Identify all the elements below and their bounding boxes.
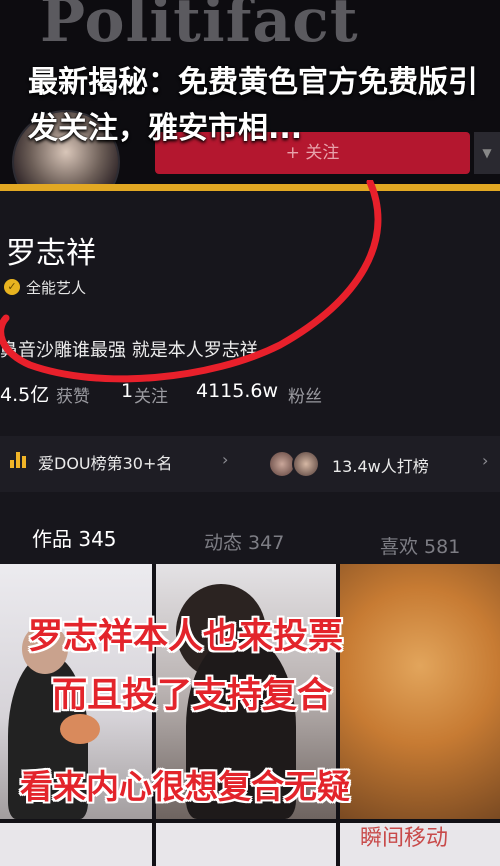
grid-gap [152, 823, 156, 866]
video-thumbnail[interactable] [340, 564, 500, 819]
grid-gap [336, 823, 340, 866]
divider [0, 184, 500, 191]
article-headline: 最新揭秘：免费黄色官方免费版引发关注，雅安市相... [28, 65, 478, 146]
profile-name: 罗志祥 [6, 236, 96, 271]
video-caption: 看来内心很想复合无疑 [20, 767, 350, 806]
fans-label[interactable]: 粉丝 [288, 382, 322, 407]
profile-badge: 全能艺人 [26, 279, 87, 297]
chevron-right-icon[interactable]: › [482, 451, 488, 470]
tab-dynamic[interactable]: 动态 347 [204, 528, 284, 555]
verified-badge-icon: ✓ [4, 279, 20, 295]
rank-text[interactable]: 爱DOU榜第30+名 [38, 450, 172, 474]
following-count[interactable]: 1 [121, 380, 133, 402]
video-caption: 而且投了支持复合 [52, 676, 333, 716]
supporters-text[interactable]: 13.4w人打榜 [332, 453, 429, 477]
rank-chart-icon [10, 450, 32, 468]
thumbnail-caption: 瞬间移动 [360, 826, 449, 851]
tab-works[interactable]: 作品 345 [32, 523, 117, 552]
watermark: Politifact [40, 0, 359, 56]
fans-count[interactable]: 4115.6w [196, 380, 278, 402]
supporter-avatars [268, 450, 326, 478]
profile-bio: 鼻音沙雕谁最强 就是本人罗志祥 [0, 340, 258, 361]
tab-likes[interactable]: 喜欢 581 [380, 532, 460, 559]
likes-count: 4.5亿 [0, 384, 50, 406]
chevron-right-icon[interactable]: › [222, 450, 228, 469]
likes-label: 获赞 [56, 387, 90, 407]
top-banner: Politifact + 关注 ▼ 最新揭秘：免费黄色官方免费版引发关注，雅安市… [0, 0, 500, 190]
video-caption: 罗志祥本人也来投票 [28, 617, 344, 657]
following-label[interactable]: 关注 [134, 382, 168, 407]
